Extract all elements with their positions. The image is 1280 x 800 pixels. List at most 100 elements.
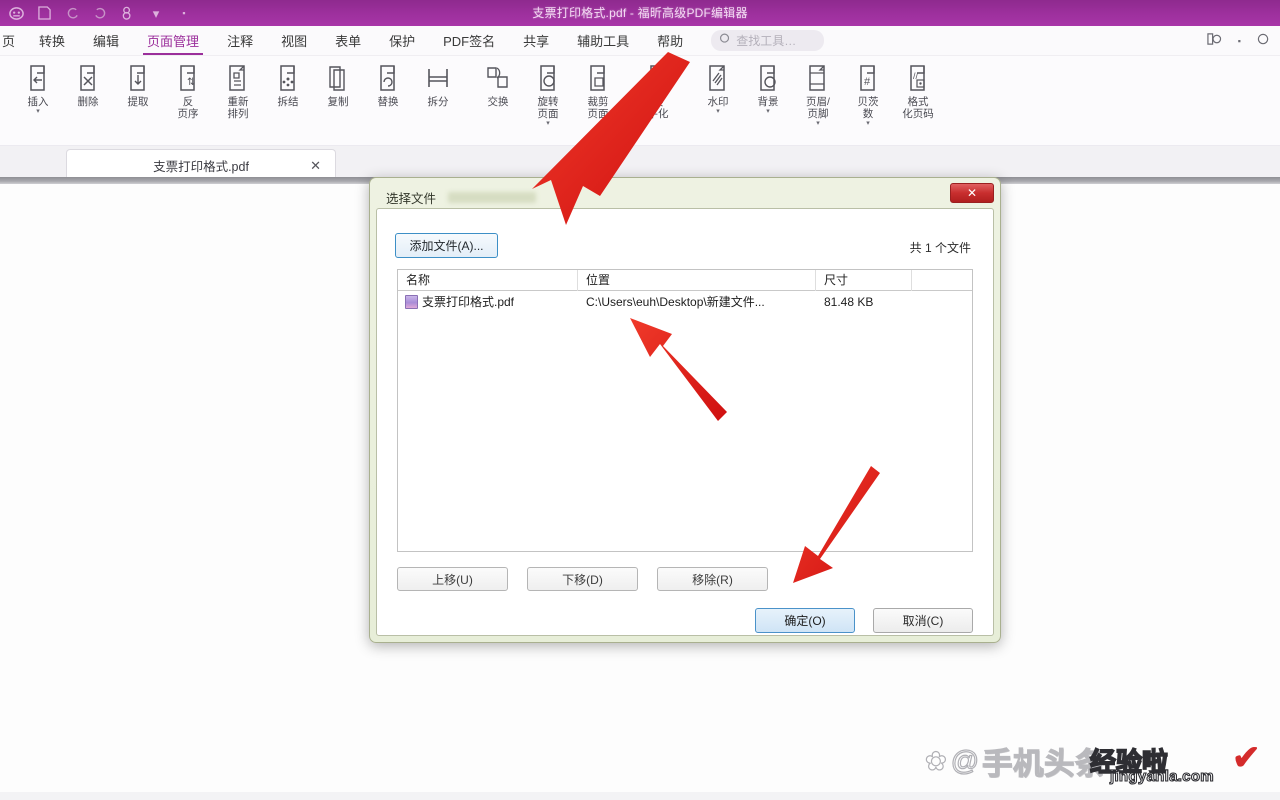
window-title: 支票打印格式.pdf - 福昕高级PDF编辑器 [532,6,748,20]
menu-item-page-management[interactable]: 页面管理 [133,28,213,55]
chevron-down-icon[interactable]: ▾ [816,120,820,127]
ribbon-button-rearrange[interactable]: 重新 排列 [214,61,262,120]
ribbon-label: 替换 [377,96,399,108]
chevron-down-icon[interactable]: ▾ [766,108,770,115]
svg-text:#: # [864,76,871,88]
ribbon-label: 重新 排列 [227,96,249,121]
search-placeholder: 查找工具… [736,34,797,48]
page-crop-icon [581,61,615,95]
file-list[interactable]: 名称 位置 尺寸 支票打印格式.pdf C:\Users\euh\Desktop… [397,269,973,552]
cell-filler [912,291,972,313]
page-insert-icon [21,61,55,95]
chevron-down-icon[interactable]: ▾ [866,120,870,127]
cancel-button[interactable]: 取消(C) [873,608,973,633]
ribbon-label: 贝茨 数 [857,96,879,121]
watermark-icon [701,61,735,95]
column-header-location[interactable]: 位置 [578,269,816,291]
ribbon-toolbar: 插入 ▾ 删除 提取 ⇅ 反 页序 重新 排列 拆结 复制 替换 拆分 交换 旋… [0,56,1280,146]
document-tab[interactable]: 支票打印格式.pdf ✕ [66,149,336,180]
ribbon-label: 页眉/ 页脚 [806,96,830,121]
menu-item-convert[interactable]: 转换 [25,28,79,53]
page-reverse-icon: ⇅ [171,61,205,95]
ribbon-label: 反 页序 [177,96,199,121]
chevron-down-icon[interactable]: ▾ [36,108,40,115]
header-footer-icon [801,61,835,95]
menu-item-home[interactable]: 页 [0,28,25,53]
watermark-at-icon: @ [950,744,980,776]
menu-item-edit[interactable]: 编辑 [79,28,133,53]
ok-button[interactable]: 确定(O) [755,608,855,633]
menu-item-protect[interactable]: 保护 [375,28,429,53]
menu-bar-right: ▪ [1206,32,1270,49]
select-file-dialog: 选择文件 ✕ 添加文件(A)... 共 1 个文件 名称 位置 尺寸 支票打印格… [369,177,1001,643]
cell-name: 支票打印格式.pdf [398,291,578,313]
ribbon-button-insert[interactable]: 插入 ▾ [14,61,62,115]
ribbon-label: 复制 [327,96,349,108]
ribbon-label: 水印 [707,96,729,108]
ribbon-button-delete[interactable]: 删除 [64,61,112,108]
search-input[interactable]: 查找工具… [711,30,825,51]
ribbon-button-reverse-page-order[interactable]: ⇅ 反 页序 [164,61,212,120]
ribbon-label: 删除 [77,96,99,108]
menu-item-comment[interactable]: 注释 [213,28,267,53]
ribbon-label: 拆结 [277,96,299,108]
watermark-badge-icon: ✿ [924,745,947,776]
ribbon-button-swap[interactable]: 交换 [474,61,522,108]
remove-button[interactable]: 移除(R) [657,567,768,591]
move-up-button[interactable]: 上移(U) [397,567,508,591]
menu-item-accessibility[interactable]: 辅助工具 [563,28,643,53]
document-tab-label: 支票打印格式.pdf [153,159,249,174]
menu-item-view[interactable]: 视图 [267,28,321,53]
ribbon-label: 插入 [27,96,49,108]
background-icon [751,61,785,95]
dialog-action-buttons: 确定(O) 取消(C) [755,608,973,633]
close-icon[interactable]: ✕ [310,158,321,174]
column-header-name[interactable]: 名称 [398,269,578,291]
cell-size: 81.48 KB [824,295,874,309]
menu-item-help[interactable]: 帮助 [643,28,697,53]
chevron-down-icon[interactable]: ▾ [716,108,720,115]
dialog-close-button[interactable]: ✕ [950,183,994,203]
svg-text:⇅: ⇅ [187,77,195,88]
ribbon-label: 背景 [757,96,779,108]
search-right-icon[interactable] [1257,33,1270,49]
caret-icon[interactable]: ▪ [1238,36,1241,46]
ribbon-button-copy[interactable]: 复制 [314,61,362,108]
menu-bar: 页 转换 编辑 页面管理 注释 视图 表单 保护 PDF签名 共享 辅助工具 帮… [0,26,1280,56]
account-icon[interactable] [1206,32,1222,49]
ribbon-button-flatten[interactable]: 展 平化 [634,61,682,120]
ribbon-button-header-footer[interactable]: 页眉/ 页脚 ▾ [794,61,842,127]
page-extract-icon [121,61,155,95]
ribbon-button-watermark[interactable]: 水印 ▾ [694,61,742,115]
ribbon-button-background[interactable]: 背景 ▾ [744,61,792,115]
page-rotate-icon [531,61,565,95]
application-window: ▾ ▪ 支票打印格式.pdf - 福昕高级PDF编辑器 页 转换 编辑 页面管理… [0,0,1280,800]
menu-item-share[interactable]: 共享 [509,28,563,53]
page-split-icon [421,61,455,95]
ribbon-label: 旋转 页面 [537,96,559,121]
ribbon-button-combine[interactable]: 拆结 [264,61,312,108]
menu-item-pdf-sign[interactable]: PDF签名 [429,28,509,53]
column-header-size[interactable]: 尺寸 [816,269,912,291]
move-down-button[interactable]: 下移(D) [527,567,638,591]
chevron-down-icon[interactable]: ▾ [546,120,550,127]
ribbon-button-replace[interactable]: 替换 [364,61,412,108]
ribbon-label: 提取 [127,96,149,108]
add-file-button[interactable]: 添加文件(A)... [395,233,498,258]
ribbon-button-format-page-number[interactable]: // 格式 化页码 [894,61,942,120]
ribbon-button-split[interactable]: 拆分 [414,61,462,108]
ribbon-button-rotate-page[interactable]: 旋转 页面 ▾ [524,61,572,127]
document-tab-strip: 支票打印格式.pdf ✕ [0,146,1280,180]
format-page-number-icon: // [901,61,935,95]
ribbon-button-crop-page[interactable]: 裁剪 页面 [574,61,622,120]
bottom-strip [0,792,1280,800]
cell-location: C:\Users\euh\Desktop\新建文件... [586,295,765,309]
menu-item-form[interactable]: 表单 [321,28,375,53]
search-icon [719,33,731,48]
dialog-title: 选择文件 [386,192,437,206]
table-row[interactable]: 支票打印格式.pdf C:\Users\euh\Desktop\新建文件... … [398,291,972,313]
ribbon-button-bates-number[interactable]: # 贝茨 数 ▾ [844,61,892,127]
page-replace-icon [371,61,405,95]
ribbon-button-extract[interactable]: 提取 [114,61,162,108]
page-swap-icon [481,61,515,95]
